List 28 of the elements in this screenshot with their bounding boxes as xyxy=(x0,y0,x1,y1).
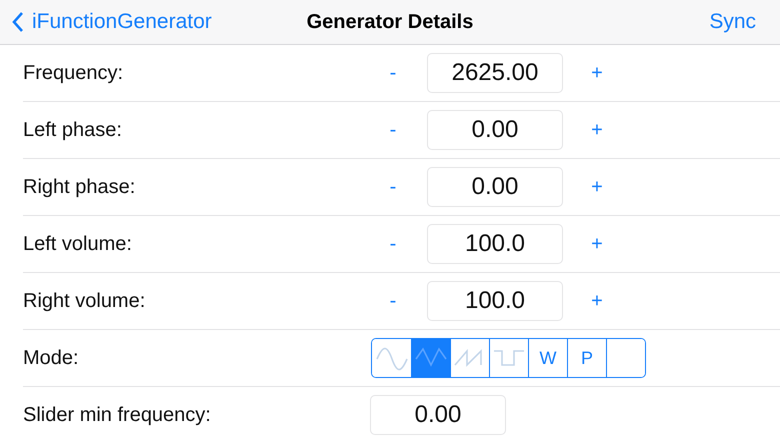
value-field[interactable]: 100.0 xyxy=(427,281,563,321)
increment-button[interactable]: + xyxy=(585,118,609,142)
value-field[interactable]: 0.00 xyxy=(427,167,563,207)
decrement-button[interactable]: - xyxy=(381,290,405,312)
value-field[interactable]: 0.00 xyxy=(427,110,563,150)
increment-button[interactable]: + xyxy=(585,290,609,312)
sync-button[interactable]: Sync xyxy=(709,10,756,34)
decrement-button[interactable]: - xyxy=(381,62,405,84)
back-button[interactable]: iFunctionGenerator xyxy=(0,10,212,34)
screen-title: Generator Details xyxy=(306,10,474,34)
row-label: Left volume: xyxy=(23,232,133,256)
decrement-button[interactable]: - xyxy=(381,176,405,198)
mode-segment[interactable] xyxy=(606,339,645,377)
decrement-button[interactable]: - xyxy=(381,232,405,256)
decrement-button[interactable]: - xyxy=(381,118,405,142)
value-field[interactable]: 2625.00 xyxy=(427,53,563,93)
increment-button[interactable]: + xyxy=(585,232,609,256)
row-label: Mode: xyxy=(23,346,80,370)
row-label: Right phase: xyxy=(23,176,136,198)
row-label: Frequency: xyxy=(23,62,124,84)
chevron-left-icon xyxy=(12,11,24,33)
value-field[interactable]: 0.00 xyxy=(370,395,506,435)
value-field[interactable]: 100.0 xyxy=(427,224,563,264)
row-label: Left phase: xyxy=(23,118,123,142)
increment-button[interactable]: + xyxy=(585,176,609,198)
row-label: Slider min frequency: xyxy=(23,404,212,426)
increment-button[interactable]: + xyxy=(585,62,609,84)
row-label: Right volume: xyxy=(23,290,146,312)
